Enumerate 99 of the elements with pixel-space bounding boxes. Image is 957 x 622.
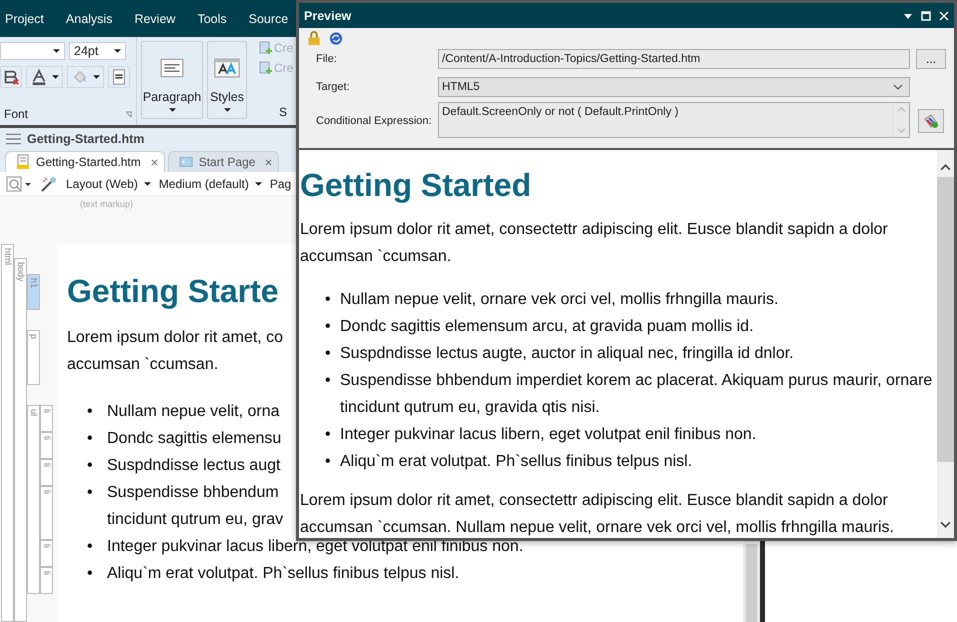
- bullet: •: [325, 425, 332, 445]
- list-line: Aliqu`m erat volutpat. Ph`sellus finibus telpus nisl.: [107, 564, 460, 584]
- scroll-down-icon[interactable]: [940, 521, 951, 528]
- close-icon[interactable]: [150, 158, 158, 166]
- tag-icon: [923, 113, 939, 129]
- list-line: Nullam nepue velit, orna: [107, 402, 280, 422]
- paint-bucket-icon: [71, 68, 89, 86]
- list-item: Suspdndisse lectus augte, auctor in aliqual nec, fringilla id dnlor.: [340, 344, 795, 364]
- caret-icon: [52, 75, 59, 79]
- chevron-down-icon: [893, 84, 903, 90]
- caret-icon: [144, 182, 151, 186]
- maximize-icon[interactable]: [921, 10, 931, 20]
- close-icon[interactable]: [265, 158, 272, 166]
- structure-bar[interactable]: li: [40, 432, 53, 459]
- target-dropdown[interactable]: HTML5: [438, 77, 910, 97]
- ribbon-button[interactable]: Paragraph: [141, 41, 203, 119]
- paragraph-line: accumsan `ccumsan.: [67, 355, 218, 375]
- heading: Getting Starte: [67, 272, 279, 310]
- structure-bar[interactable]: li: [40, 567, 53, 594]
- list-item: Dondc sagittis elemensum arcu, at gravida puam mollis id.: [340, 317, 755, 337]
- bullet: •: [87, 430, 94, 448]
- list-item: Suspendisse bhbendum imperdiet korem ac placerat. Akiquam purus maurir, ornare tincidunt qutrum eu, gravida qtis nisi.: [340, 371, 934, 418]
- menu-item[interactable]: Tools: [197, 12, 227, 26]
- paragraph: Lorem ipsum dolor rit amet, consectettr adipiscing elit. Eusce blandit sapidn a dolor accumsan `ccumsan. Nullam nepue velit, ornare vek orci vel, mollis frhngilla mauris.: [300, 491, 895, 538]
- zoom-icon[interactable]: [6, 176, 32, 192]
- font-size-dropdown[interactable]: 24pt: [69, 42, 126, 60]
- start-page-icon: [178, 154, 193, 170]
- list-line: tincidunt qutrum eu, grav: [107, 510, 284, 530]
- caret-icon: [53, 49, 60, 53]
- document-icon: [16, 154, 30, 170]
- structure-bar[interactable]: p: [27, 330, 40, 385]
- dialog-launcher-icon[interactable]: [125, 110, 132, 118]
- bullet: •: [325, 371, 332, 391]
- document-plus-icon: [259, 61, 273, 75]
- bullet: •: [325, 452, 332, 472]
- document-tab[interactable]: Start Page: [168, 151, 280, 172]
- scrollbar[interactable]: [743, 544, 760, 622]
- bullet: •: [325, 317, 332, 337]
- lock-icon[interactable]: [307, 31, 321, 46]
- bullet: •: [87, 538, 94, 556]
- list-line: Dondc sagittis elemensu: [107, 429, 282, 449]
- font-color-button[interactable]: [26, 66, 63, 88]
- field-label: Target:: [316, 81, 351, 93]
- browse-button[interactable]: ...: [916, 49, 946, 69]
- bullet: •: [87, 402, 94, 420]
- menu-icon[interactable]: [6, 133, 21, 145]
- condition-tag-button[interactable]: [918, 109, 944, 133]
- list-item: Integer pukvinar lacus libern, eget volutpat enil finibus non.: [340, 425, 758, 445]
- toolbar-dropdown[interactable]: Medium (default): [158, 176, 262, 190]
- magic-wand-icon[interactable]: [40, 174, 58, 192]
- list-line: Suspendisse bhbendum: [107, 483, 279, 503]
- bullet: •: [87, 564, 94, 582]
- scroll-up-icon[interactable]: [940, 164, 951, 171]
- menu-item[interactable]: Review: [134, 12, 176, 26]
- toolbar-dropdown[interactable]: Layout (Web): [66, 176, 151, 190]
- structure-bar[interactable]: html: [1, 244, 14, 622]
- clear-format-icon[interactable]: [0, 66, 22, 88]
- ribbon-button[interactable]: Styles: [207, 41, 247, 119]
- toolbar-dropdown[interactable]: Pag: [270, 176, 292, 190]
- document-plus-icon: [259, 41, 273, 55]
- list-item: Aliqu`m erat volutpat. Ph`sellus finibus telpus nisl.: [340, 452, 694, 472]
- structure-bar[interactable]: li: [40, 459, 53, 486]
- bullet: •: [325, 290, 332, 310]
- group-label: Font: [4, 107, 28, 121]
- bullet: •: [325, 344, 332, 364]
- caret-icon: [168, 108, 176, 112]
- scrollbar[interactable]: [937, 150, 954, 538]
- structure-bar[interactable]: li: [40, 405, 53, 432]
- list-line: Suspdndisse lectus augt: [107, 456, 280, 476]
- paragraph-icon: [159, 56, 185, 80]
- document-title: Getting-Started.htm: [27, 132, 144, 146]
- menu-item[interactable]: Source: [248, 12, 288, 26]
- field-label: File:: [316, 53, 338, 65]
- structure-bar[interactable]: ul: [27, 405, 40, 594]
- menu-item[interactable]: Project: [5, 12, 44, 26]
- caret-icon: [254, 182, 262, 186]
- menu-item[interactable]: Analysis: [66, 12, 112, 26]
- structure-bar[interactable]: body: [14, 258, 27, 622]
- field-label: Conditional Expression:: [316, 115, 433, 127]
- heading: Getting Started: [300, 166, 532, 204]
- list-item: Nullam nepue velit, ornare vek orci vel, mollis frhngilla mauris.: [340, 290, 780, 310]
- caret-icon: [224, 108, 230, 112]
- caret-icon: [114, 49, 121, 53]
- paragraph-line: Lorem ipsum dolor rit amet, co: [67, 328, 284, 348]
- structure-bar[interactable]: li: [40, 540, 53, 567]
- letter-a-icon: [30, 68, 48, 86]
- bullet: •: [87, 484, 94, 502]
- paragraph: Lorem ipsum dolor rit amet, consectettr adipiscing elit. Eusce blandit sapidn a dolor accumsan `ccumsan.: [300, 220, 889, 267]
- bullet: •: [87, 456, 94, 474]
- refresh-icon[interactable]: [329, 31, 343, 46]
- structure-bar[interactable]: li: [40, 486, 53, 540]
- caret-icon: [93, 75, 100, 79]
- markup-hint: (text markup): [80, 199, 134, 209]
- group-label: S: [279, 105, 288, 119]
- styles-icon: [214, 56, 240, 80]
- window-title: Preview: [304, 8, 352, 22]
- input-field[interactable]: /Content/A-Introduction-Topics/Getting-Started.htm: [438, 49, 910, 69]
- document-icon[interactable]: [108, 66, 130, 88]
- document-tab[interactable]: Getting-Started.htm: [5, 151, 165, 172]
